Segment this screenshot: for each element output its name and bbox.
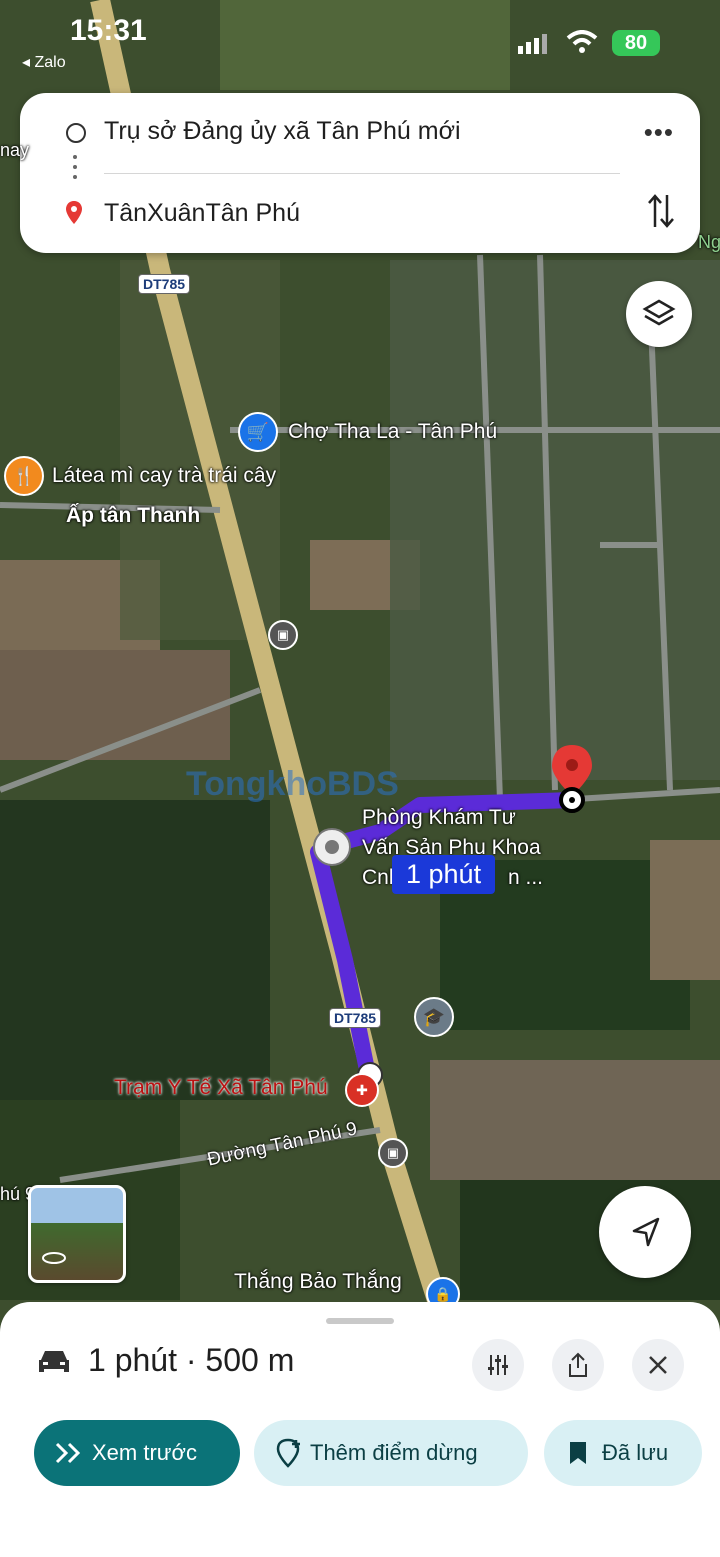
tune-icon bbox=[488, 1355, 508, 1375]
watermark: TongkhoBDS bbox=[186, 765, 399, 803]
share-button[interactable] bbox=[552, 1339, 604, 1391]
layers-icon bbox=[642, 299, 676, 326]
layers-button[interactable] bbox=[626, 281, 692, 347]
close-icon bbox=[649, 1356, 667, 1374]
map-label-restaurant[interactable]: Látea mì cay trà trái cây bbox=[52, 464, 276, 488]
map-label-edge-left: nay bbox=[0, 140, 30, 160]
road-shield: DT785 bbox=[329, 1008, 382, 1028]
preview-label: Xem trước bbox=[92, 1440, 197, 1465]
destination-field[interactable]: TânXuânTân Phú bbox=[104, 199, 300, 228]
bookmark-icon bbox=[570, 1442, 586, 1464]
road-shield: DT785 bbox=[138, 274, 191, 294]
street-view-thumbnail[interactable] bbox=[28, 1185, 126, 1283]
map-label-clinic-line3-end[interactable]: n ... bbox=[508, 866, 543, 890]
route-bottom-sheet: 1 phút · 500 m Xem trước Thêm điểm dừng … bbox=[0, 1302, 720, 1557]
map-label-market[interactable]: Chợ Tha La - Tân Phú bbox=[288, 420, 497, 444]
school-icon[interactable]: 🎓 bbox=[414, 997, 454, 1037]
directions-card: Trụ sở Đảng ủy xã Tân Phú mới ••• TânXuâ… bbox=[20, 93, 700, 253]
route-duration-badge[interactable]: 1 phút bbox=[392, 855, 496, 894]
map-label-shop[interactable]: Thắng Bảo Thắng bbox=[234, 1270, 402, 1294]
restaurant-icon[interactable]: 🍴 bbox=[4, 456, 44, 496]
share-icon bbox=[569, 1352, 587, 1377]
back-to-app-link[interactable]: ◂ Zalo bbox=[22, 52, 66, 72]
destination-pin-small-icon bbox=[66, 201, 82, 224]
map-label-edge-right: Ng bbox=[698, 232, 720, 252]
signal-icon bbox=[518, 34, 547, 54]
battery-indicator: 80 bbox=[612, 30, 660, 56]
navigation-arrow-icon bbox=[632, 1217, 660, 1247]
wifi-icon bbox=[566, 30, 598, 53]
close-button[interactable] bbox=[632, 1339, 684, 1391]
recenter-button[interactable] bbox=[599, 1186, 691, 1278]
route-summary: 1 phút · 500 m bbox=[88, 1342, 295, 1378]
map-label-hamlet: Ấp tân Thanh bbox=[66, 504, 201, 527]
double-chevron-icon bbox=[55, 1442, 81, 1464]
origin-field[interactable]: Trụ sở Đảng ủy xã Tân Phú mới bbox=[104, 117, 461, 146]
car-icon bbox=[39, 1351, 69, 1372]
swap-directions-icon[interactable] bbox=[648, 193, 674, 229]
bus-stop-icon[interactable]: ▣ bbox=[268, 620, 298, 650]
saved-label: Đã lưu bbox=[602, 1440, 669, 1465]
map-label-clinic-line3[interactable]: Cnl bbox=[362, 866, 394, 890]
divider bbox=[104, 173, 620, 174]
saved-button[interactable]: Đã lưu bbox=[544, 1420, 702, 1486]
drag-handle[interactable] bbox=[326, 1318, 394, 1324]
bus-stop-icon[interactable]: ▣ bbox=[378, 1138, 408, 1168]
add-location-icon bbox=[276, 1438, 300, 1468]
more-options-icon[interactable]: ••• bbox=[644, 117, 674, 148]
status-bar: 15:31 ◂ Zalo 80 bbox=[0, 0, 720, 90]
route-dots-icon bbox=[73, 155, 77, 185]
rotate-360-icon bbox=[42, 1252, 66, 1264]
shopping-cart-icon[interactable]: 🛒 bbox=[238, 412, 278, 452]
origin-circle-icon bbox=[66, 123, 86, 143]
route-options-button[interactable] bbox=[472, 1339, 524, 1391]
add-stop-button[interactable]: Thêm điểm dừng bbox=[254, 1420, 528, 1486]
map-label-health-station[interactable]: Trạm Y Tế Xã Tân Phú bbox=[114, 1076, 328, 1100]
preview-button[interactable]: Xem trước bbox=[34, 1420, 240, 1486]
hospital-icon[interactable]: ✚ bbox=[345, 1073, 379, 1107]
add-stop-label: Thêm điểm dừng bbox=[310, 1440, 478, 1465]
waypoint-marker-icon bbox=[313, 828, 351, 866]
clock: 15:31 bbox=[70, 14, 147, 47]
map-label-clinic-line1[interactable]: Phòng Khám Tư bbox=[362, 806, 516, 830]
